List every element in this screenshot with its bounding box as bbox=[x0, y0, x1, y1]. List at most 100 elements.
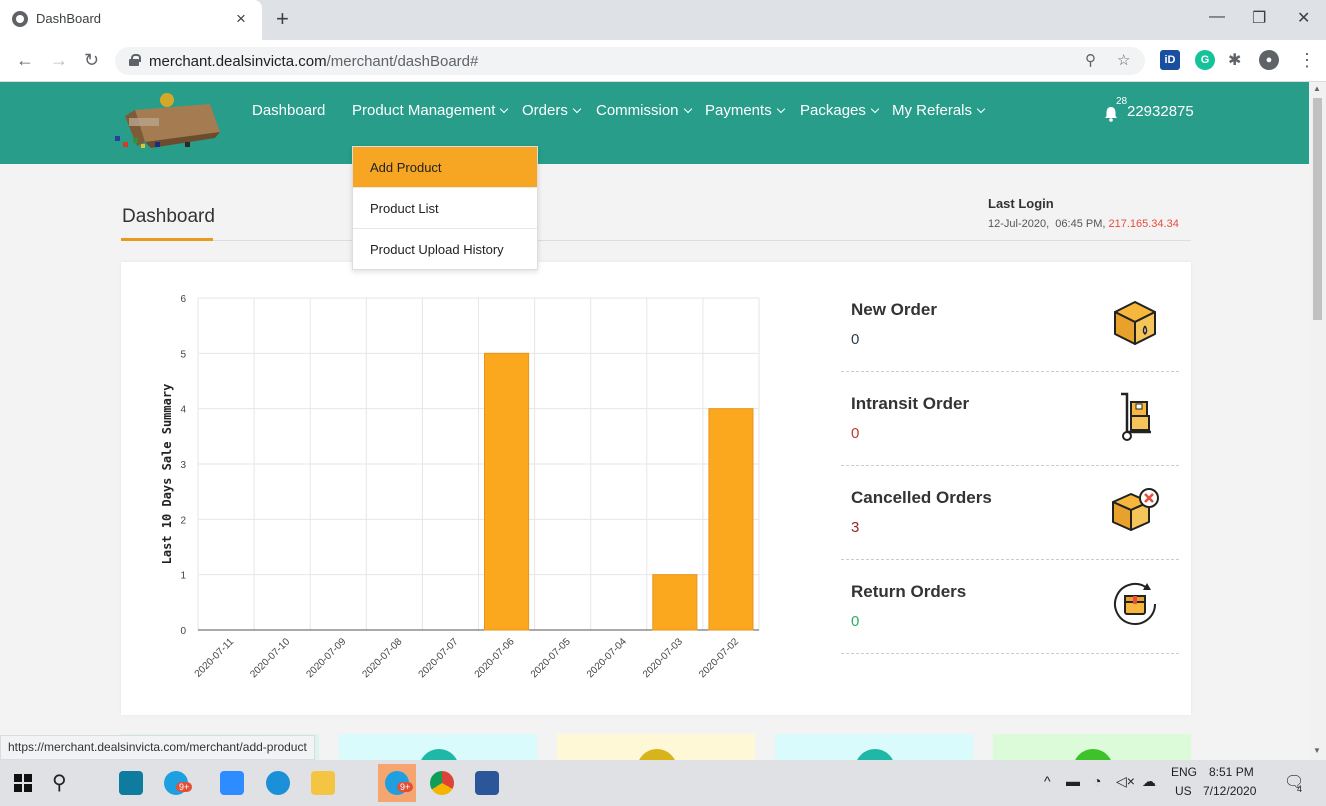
region-label[interactable]: US bbox=[1175, 784, 1192, 798]
scroll-up-icon[interactable]: ▲ bbox=[1313, 84, 1321, 93]
mini-card-circle bbox=[419, 749, 459, 760]
trolley-icon bbox=[1121, 392, 1151, 441]
onedrive-icon[interactable]: ☁ bbox=[1142, 773, 1156, 790]
page-scrollbar[interactable]: ▲ ▼ bbox=[1309, 82, 1326, 760]
close-tab-icon[interactable]: × bbox=[236, 9, 246, 29]
nav-product-management[interactable]: Product Management bbox=[352, 102, 509, 119]
star-icon[interactable]: ☆ bbox=[1117, 51, 1130, 69]
menu-dots-icon[interactable]: ⋮ bbox=[1298, 50, 1316, 71]
last-login-value: 12-Jul-2020, 06:45 PM, 217.165.34.34 bbox=[988, 218, 1179, 230]
language-label[interactable]: ENG bbox=[1171, 765, 1197, 779]
stat-label: New Order bbox=[851, 300, 937, 319]
grammarly-icon[interactable]: G bbox=[1195, 50, 1215, 70]
scroll-thumb[interactable] bbox=[1313, 98, 1322, 320]
nav-my-referals[interactable]: My Referals bbox=[892, 102, 986, 119]
stat-intransit-order[interactable]: Intransit Order 0 bbox=[841, 372, 1179, 466]
chart-bar bbox=[652, 574, 698, 631]
zoom-icon[interactable]: ⚲ bbox=[1085, 51, 1096, 69]
x-tick-label: 2020-07-07 bbox=[417, 636, 461, 680]
menu-item-add-product[interactable]: Add Product bbox=[353, 147, 537, 188]
clock-date[interactable]: 7/12/2020 bbox=[1203, 784, 1256, 798]
dealsinvicta-logo[interactable] bbox=[115, 92, 225, 150]
y-tick-label: 0 bbox=[180, 626, 186, 637]
x-tick-label: 2020-07-06 bbox=[473, 636, 517, 680]
y-tick-label: 1 bbox=[180, 571, 186, 582]
chrome-app-icon[interactable] bbox=[430, 771, 454, 795]
x-tick-label: 2020-07-04 bbox=[585, 636, 629, 680]
chevron-down-icon bbox=[870, 104, 880, 114]
extension-id-icon[interactable]: iD bbox=[1160, 50, 1180, 70]
stat-cancelled-orders[interactable]: Cancelled Orders 3 bbox=[841, 466, 1179, 560]
clock-time[interactable]: 8:51 PM bbox=[1209, 765, 1254, 779]
mini-card-5[interactable] bbox=[993, 734, 1191, 760]
user-id[interactable]: 22932875 bbox=[1127, 103, 1194, 120]
wifi-icon[interactable]: ◔ bbox=[1093, 773, 1101, 789]
stat-label: Intransit Order bbox=[851, 394, 970, 413]
y-axis-label: Last 10 Days Sale Summary bbox=[160, 384, 174, 565]
chevron-down-icon bbox=[572, 104, 582, 114]
minimize-icon[interactable]: — bbox=[1209, 8, 1225, 26]
cancelled-box-icon bbox=[1112, 488, 1159, 531]
battery-icon[interactable]: ▬ bbox=[1066, 773, 1080, 789]
calculator-app-icon[interactable] bbox=[119, 771, 143, 795]
product-management-dropdown: Add Product Product List Product Upload … bbox=[352, 146, 538, 270]
windows-start-icon[interactable] bbox=[14, 774, 32, 792]
browser-tab[interactable]: DashBoard × bbox=[0, 0, 262, 40]
edge-app-icon[interactable] bbox=[266, 771, 290, 795]
sales-bar-chart: 0 1 2 3 4 5 6 2020-07-11 2020-07-10 2020-07-09 202… bbox=[160, 294, 760, 680]
chevron-up-icon[interactable]: ^ bbox=[1044, 773, 1051, 789]
stat-return-orders[interactable]: Return Orders 0 bbox=[841, 560, 1179, 654]
nav-payments[interactable]: Payments bbox=[705, 102, 785, 119]
skype-badge: 9+ bbox=[397, 782, 414, 792]
browser-toolbar: ← → ↻ merchant.dealsinvicta.com/merchant… bbox=[0, 40, 1326, 82]
back-arrow-icon[interactable]: ← bbox=[16, 50, 34, 71]
return-box-icon bbox=[1114, 583, 1156, 625]
x-tick-label: 2020-07-02 bbox=[697, 636, 741, 680]
zoom-app-icon[interactable] bbox=[220, 771, 244, 795]
word-app-icon[interactable] bbox=[475, 771, 499, 795]
menu-item-product-list[interactable]: Product List bbox=[353, 188, 537, 229]
stat-label: Cancelled Orders bbox=[851, 488, 992, 507]
profile-icon[interactable]: ● bbox=[1259, 50, 1279, 70]
forward-arrow-icon[interactable]: → bbox=[50, 50, 68, 71]
file-explorer-icon[interactable] bbox=[311, 771, 335, 795]
mini-card-2[interactable] bbox=[339, 734, 537, 760]
address-bar[interactable]: merchant.dealsinvicta.com/merchant/dashB… bbox=[115, 47, 1145, 75]
nav-dashboard[interactable]: Dashboard bbox=[252, 102, 325, 119]
chevron-down-icon bbox=[976, 104, 986, 114]
x-tick-label: 2020-07-03 bbox=[641, 636, 685, 680]
search-icon[interactable]: ⚲ bbox=[52, 770, 67, 795]
nav-commission[interactable]: Commission bbox=[596, 102, 692, 119]
notification-center-count: 4 bbox=[1297, 784, 1303, 794]
browser-tab-bar: DashBoard × + — ❐ ✕ bbox=[0, 0, 1326, 40]
stat-new-order[interactable]: New Order 0 bbox=[841, 278, 1179, 372]
y-tick-label: 4 bbox=[180, 405, 186, 416]
restore-icon[interactable]: ❐ bbox=[1252, 8, 1266, 28]
reload-icon[interactable]: ↻ bbox=[84, 50, 99, 71]
menu-item-product-upload-history[interactable]: Product Upload History bbox=[353, 229, 537, 270]
bell-icon[interactable] bbox=[1103, 106, 1119, 122]
mini-card-circle bbox=[637, 749, 677, 760]
chevron-down-icon bbox=[500, 104, 509, 114]
nav-packages[interactable]: Packages bbox=[800, 102, 880, 119]
globe-icon bbox=[12, 11, 28, 27]
stat-value: 0 bbox=[851, 331, 860, 348]
lock-icon bbox=[129, 54, 141, 66]
url-text[interactable]: merchant.dealsinvicta.com/merchant/dashB… bbox=[149, 53, 478, 70]
mini-card-4[interactable] bbox=[775, 734, 973, 760]
close-window-icon[interactable]: ✕ bbox=[1297, 8, 1310, 28]
box-icon bbox=[1114, 301, 1156, 345]
title-underline bbox=[121, 238, 213, 241]
scroll-down-icon[interactable]: ▼ bbox=[1313, 746, 1321, 755]
mini-card-3[interactable] bbox=[557, 734, 755, 760]
stat-value: 3 bbox=[851, 519, 860, 536]
puzzle-icon[interactable]: ✱ bbox=[1228, 50, 1241, 70]
chevron-down-icon bbox=[776, 104, 785, 114]
volume-muted-icon[interactable]: ◁× bbox=[1116, 773, 1135, 790]
new-tab-button[interactable]: + bbox=[276, 6, 289, 32]
nav-orders[interactable]: Orders bbox=[522, 102, 582, 119]
chevron-down-icon bbox=[683, 104, 692, 114]
y-tick-label: 3 bbox=[180, 460, 186, 471]
notification-count: 28 bbox=[1116, 96, 1128, 107]
stat-label: Return Orders bbox=[851, 582, 967, 601]
